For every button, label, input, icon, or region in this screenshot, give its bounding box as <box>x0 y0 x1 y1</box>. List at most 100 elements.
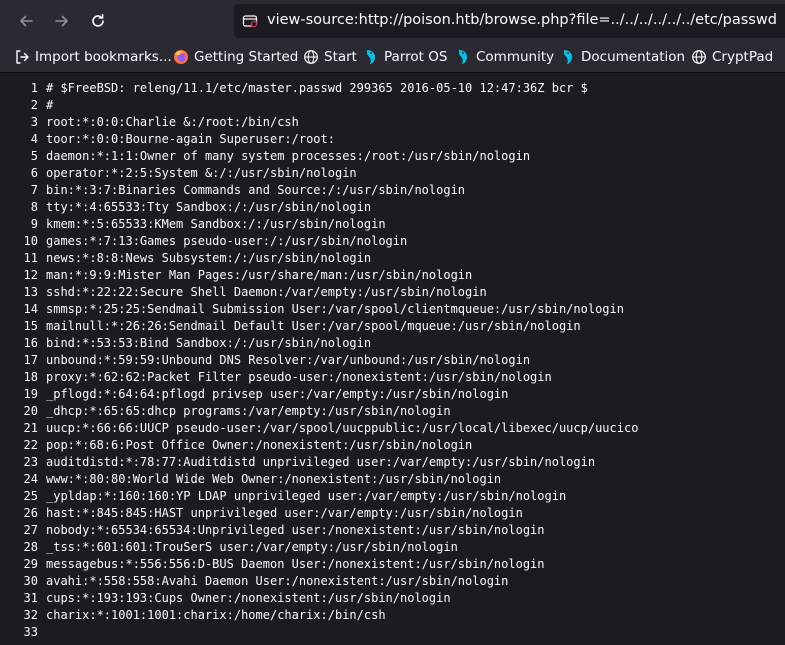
insecure-page-icon <box>242 15 258 28</box>
parrot-icon <box>363 49 379 65</box>
line-text: tty:*:4:65533:Tty Sandbox:/:/usr/sbin/no… <box>46 200 372 214</box>
bookmark-label: Import bookmarks... <box>35 49 172 65</box>
line-text: sshd:*:22:22:Secure Shell Daemon:/var/em… <box>46 285 487 299</box>
bookmark-label: CryptPad <box>712 49 774 65</box>
line-number: 13 <box>23 285 38 299</box>
bookmark-label: Community <box>476 49 555 65</box>
bookmark-cryptpad[interactable]: CryptPad <box>691 47 773 67</box>
line-text: daemon:*:1:1:Owner of many system proces… <box>46 149 531 163</box>
source-line: 27 nobody:*:65534:65534:Unprivileged user… <box>0 522 785 539</box>
line-text: _tss:*:601:601:TrouSerS user:/var/empty:… <box>46 540 458 554</box>
line-number: 14 <box>23 302 38 316</box>
line-number: 3 <box>30 115 38 129</box>
line-number: 16 <box>23 336 38 350</box>
line-number: 1 <box>30 81 38 95</box>
line-number: 30 <box>23 574 38 588</box>
line-text: man:*:9:9:Mister Man Pages:/usr/share/ma… <box>46 268 473 282</box>
source-line: 9 kmem:*:5:65533:KMem Sandbox:/:/usr/sbin… <box>0 216 785 233</box>
line-number: 22 <box>23 438 38 452</box>
line-number: 24 <box>23 472 38 486</box>
line-number: 10 <box>23 234 38 248</box>
line-text: nobody:*:65534:65534:Unprivileged user:/… <box>46 523 545 537</box>
line-text: auditdistd:*:78:77:Auditdistd unprivileg… <box>46 455 596 469</box>
source-line: 2 # <box>0 97 785 114</box>
line-text: news:*:8:8:News Subsystem:/:/usr/sbin/no… <box>46 251 372 265</box>
back-button[interactable] <box>13 8 39 34</box>
arrow-left-icon <box>20 15 33 27</box>
arrow-right-icon <box>55 15 68 27</box>
line-text: bin:*:3:7:Binaries Commands and Source:/… <box>46 183 466 197</box>
line-number: 29 <box>23 557 38 571</box>
bookmark-start[interactable]: Start <box>303 47 357 67</box>
line-number: 15 <box>23 319 38 333</box>
line-text: pop:*:68:6:Post Office Owner:/nonexisten… <box>46 438 473 452</box>
line-text: messagebus:*:556:556:D-BUS Daemon User:/… <box>46 557 545 571</box>
line-number: 8 <box>30 200 38 214</box>
line-number: 5 <box>30 149 38 163</box>
url-bar[interactable]: view-source:http://poison.htb/browse.php… <box>234 4 785 38</box>
reload-button[interactable] <box>85 8 111 34</box>
source-line: 11 news:*:8:8:News Subsystem:/:/usr/sbin/… <box>0 250 785 267</box>
line-text: www:*:80:80:World Wide Web Owner:/nonexi… <box>46 472 502 486</box>
source-line: 16 bind:*:53:53:Bind Sandbox:/:/usr/sbin/… <box>0 335 785 352</box>
source-line: 14 smmsp:*:25:25:Sendmail Submission User… <box>0 301 785 318</box>
source-line: 13 sshd:*:22:22:Secure Shell Daemon:/var/… <box>0 284 785 301</box>
bookmarks-bar: Import bookmarks... Getting Started Star… <box>0 42 785 73</box>
line-text: avahi:*:558:558:Avahi Daemon User:/nonex… <box>46 574 509 588</box>
line-text: toor:*:0:0:Bourne-again Superuser:/root: <box>46 132 335 146</box>
bookmark-getting-started[interactable]: Getting Started <box>173 47 298 67</box>
source-line: 28 _tss:*:601:601:TrouSerS user:/var/empt… <box>0 539 785 556</box>
line-number: 33 <box>23 625 38 639</box>
bookmark-import[interactable]: Import bookmarks... <box>14 47 172 67</box>
source-line: 33 <box>0 624 785 641</box>
line-text: _dhcp:*:65:65:dhcp programs:/var/empty:/… <box>46 404 451 418</box>
line-number: 28 <box>23 540 38 554</box>
browser-toolbar: view-source:http://poison.htb/browse.php… <box>0 0 785 42</box>
line-text: mailnull:*:26:26:Sendmail Default User:/… <box>46 319 581 333</box>
line-text: operator:*:2:5:System &:/:/usr/sbin/nolo… <box>46 166 357 180</box>
line-number: 32 <box>23 608 38 622</box>
line-number: 31 <box>23 591 38 605</box>
source-line: 15 mailnull:*:26:26:Sendmail Default User… <box>0 318 785 335</box>
source-line: 29 messagebus:*:556:556:D-BUS Daemon User… <box>0 556 785 573</box>
bookmark-parrot-os[interactable]: Parrot OS <box>363 47 447 67</box>
line-text: _pflogd:*:64:64:pflogd privsep user:/var… <box>46 387 509 401</box>
forward-button[interactable] <box>49 8 75 34</box>
line-text: cups:*:193:193:Cups Owner:/nonexistent:/… <box>46 591 451 605</box>
line-number: 20 <box>23 404 38 418</box>
parrot-icon <box>560 49 576 65</box>
bookmark-community[interactable]: Community <box>455 47 554 67</box>
source-line: 25 _ypldap:*:160:160:YP LDAP unprivileged… <box>0 488 785 505</box>
line-number: 9 <box>30 217 38 231</box>
line-number: 11 <box>23 251 38 265</box>
reload-icon <box>92 14 104 27</box>
source-line: 19 _pflogd:*:64:64:pflogd privsep user:/v… <box>0 386 785 403</box>
line-text: hast:*:845:845:HAST unprivileged user:/v… <box>46 506 523 520</box>
line-text: uucp:*:66:66:UUCP pseudo-user:/var/spool… <box>46 421 639 435</box>
line-number: 4 <box>30 132 38 146</box>
line-text: # <box>46 98 54 112</box>
source-line: 22 pop:*:68:6:Post Office Owner:/nonexist… <box>0 437 785 454</box>
line-number: 21 <box>23 421 38 435</box>
line-number: 17 <box>23 353 38 367</box>
source-view[interactable]: 1 # $FreeBSD: releng/11.1/etc/master.pass… <box>0 80 785 641</box>
source-line: 12 man:*:9:9:Mister Man Pages:/usr/share/… <box>0 267 785 284</box>
source-line: 20 _dhcp:*:65:65:dhcp programs:/var/empty… <box>0 403 785 420</box>
bookmark-documentation[interactable]: Documentation <box>560 47 685 67</box>
source-line: 18 proxy:*:62:62:Packet Filter pseudo-use… <box>0 369 785 386</box>
line-text: _ypldap:*:160:160:YP LDAP unprivileged u… <box>46 489 567 503</box>
bookmark-label: Documentation <box>581 49 686 65</box>
globe-icon <box>303 49 319 65</box>
line-number: 26 <box>23 506 38 520</box>
source-line: 5 daemon:*:1:1:Owner of many system proce… <box>0 148 785 165</box>
line-number: 19 <box>23 387 38 401</box>
source-line: 31 cups:*:193:193:Cups Owner:/nonexistent… <box>0 590 785 607</box>
line-text: # $FreeBSD: releng/11.1/etc/master.passw… <box>46 81 588 95</box>
line-number: 6 <box>30 166 38 180</box>
line-text: kmem:*:5:65533:KMem Sandbox:/:/usr/sbin/… <box>46 217 386 231</box>
line-text: proxy:*:62:62:Packet Filter pseudo-user:… <box>46 370 552 384</box>
source-line: 17 unbound:*:59:59:Unbound DNS Resolver:/… <box>0 352 785 369</box>
line-text: games:*:7:13:Games pseudo-user:/:/usr/sb… <box>46 234 408 248</box>
line-number: 23 <box>23 455 38 469</box>
line-number: 12 <box>23 268 38 282</box>
